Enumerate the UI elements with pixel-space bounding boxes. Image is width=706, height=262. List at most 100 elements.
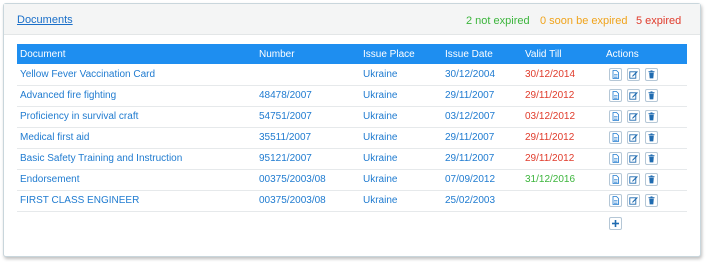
table-row: FIRST CLASS ENGINEER 00375/2003/08 Ukraine… [17,190,687,211]
view-icon [611,91,620,100]
panel-header: Documents 2 not expired 0 soon be expire… [4,4,700,35]
valid-till: 29/11/2012 [525,90,575,101]
edit-button[interactable] [627,131,640,144]
view-button[interactable] [609,173,622,186]
add-row [17,211,687,232]
not-expired-count: 2 not expired [466,15,530,27]
edit-icon [629,91,638,100]
column-header-issue-place: Issue Place [363,48,415,60]
delete-icon [647,175,656,184]
column-header-document: Document [20,48,66,60]
empty-cell [256,211,360,232]
add-cell [603,211,687,232]
delete-icon [647,133,656,142]
delete-icon [647,112,656,121]
issue-place: Ukraine [363,153,398,164]
column-header-valid-till: Valid Till [525,48,562,60]
valid-till: 03/12/2012 [525,111,576,122]
edit-icon [629,133,638,142]
column-header-actions: Actions [606,48,639,60]
document-name-link[interactable]: Basic Safety Training and Instruction [17,148,256,169]
delete-icon [647,91,656,100]
issue-place: Ukraine [363,195,398,206]
issue-date: 29/11/2007 [445,90,495,101]
column-header-number: Number [259,48,295,60]
view-button[interactable] [609,152,622,165]
view-icon [611,133,620,142]
document-name-link[interactable]: Endorsement [17,169,256,190]
valid-till: 30/12/2014 [525,68,576,80]
issue-date: 29/11/2007 [445,132,495,143]
edit-icon [629,196,638,205]
issue-date: 29/11/2007 [445,153,495,164]
delete-button[interactable] [645,152,658,165]
edit-button[interactable] [627,173,640,186]
row-actions [603,190,687,211]
delete-icon [647,196,656,205]
edit-button[interactable] [627,152,640,165]
issue-place: Ukraine [363,68,398,80]
view-button[interactable] [609,89,622,102]
delete-button[interactable] [645,194,658,207]
valid-till [522,190,603,211]
issue-date: 25/02/2003 [445,195,496,206]
view-icon [611,154,620,163]
view-icon [611,196,620,205]
issue-place: Ukraine [363,111,398,122]
issue-date: 03/12/2007 [445,111,496,122]
delete-button[interactable] [645,110,658,123]
row-actions [603,106,687,127]
delete-button[interactable] [645,89,658,102]
table-row: Endorsement 00375/2003/08 Ukraine 07/09/201… [17,169,687,190]
edit-button[interactable] [627,89,640,102]
document-name-link[interactable]: Medical first aid [17,127,256,148]
soon-expired-count: 0 soon be expired [540,15,628,27]
expired-count: 5 expired [636,15,682,27]
edit-button[interactable] [627,67,640,81]
table-row: Medical first aid 35511/2007 Ukraine 29/11/… [17,127,687,148]
document-number: 35511/2007 [259,132,312,143]
edit-button[interactable] [627,194,640,207]
document-name-link[interactable]: FIRST CLASS ENGINEER [17,190,256,211]
table-row: Yellow Fever Vaccination Card Ukraine 30/1… [17,64,687,85]
empty-cell [522,211,603,232]
view-button[interactable] [609,67,622,81]
issue-place: Ukraine [363,174,398,185]
documents-table: Document Number Issue Place Issue Date V… [17,44,687,232]
valid-till: 31/12/2016 [525,174,576,185]
document-number: 00375/2003/08 [259,174,326,185]
issue-place: Ukraine [363,90,398,101]
documents-panel: Documents 2 not expired 0 soon be expire… [3,3,701,257]
edit-icon [629,175,638,184]
issue-date: 07/09/2012 [445,174,496,185]
edit-icon [629,70,638,79]
edit-button[interactable] [627,110,640,123]
table-row: Advanced fire fighting 48478/2007 Ukraine 2… [17,85,687,106]
delete-icon [647,154,656,163]
edit-icon [629,112,638,121]
valid-till: 29/11/2012 [525,132,575,143]
delete-icon [647,70,656,79]
view-icon [611,112,620,121]
delete-button[interactable] [645,131,658,144]
document-name-link[interactable]: Advanced fire fighting [17,85,256,106]
delete-button[interactable] [645,173,658,186]
issue-date: 30/12/2004 [445,68,496,80]
view-icon [611,69,620,79]
empty-cell [360,211,442,232]
document-name-link[interactable]: Yellow Fever Vaccination Card [17,64,256,85]
add-document-button[interactable] [609,216,622,230]
document-number: 95121/2007 [259,153,312,164]
delete-button[interactable] [645,67,658,81]
documents-title-link[interactable]: Documents [17,14,73,26]
view-button[interactable] [609,110,622,123]
document-name-link[interactable]: Proficiency in survival craft [17,106,256,127]
plus-icon [611,219,620,228]
column-header-issue-date: Issue Date [445,48,493,60]
row-actions [603,127,687,148]
row-actions [603,148,687,169]
view-button[interactable] [609,194,622,207]
table-row: Proficiency in survival craft 54751/2007 U… [17,106,687,127]
valid-till: 29/11/2012 [525,153,575,164]
view-button[interactable] [609,131,622,144]
